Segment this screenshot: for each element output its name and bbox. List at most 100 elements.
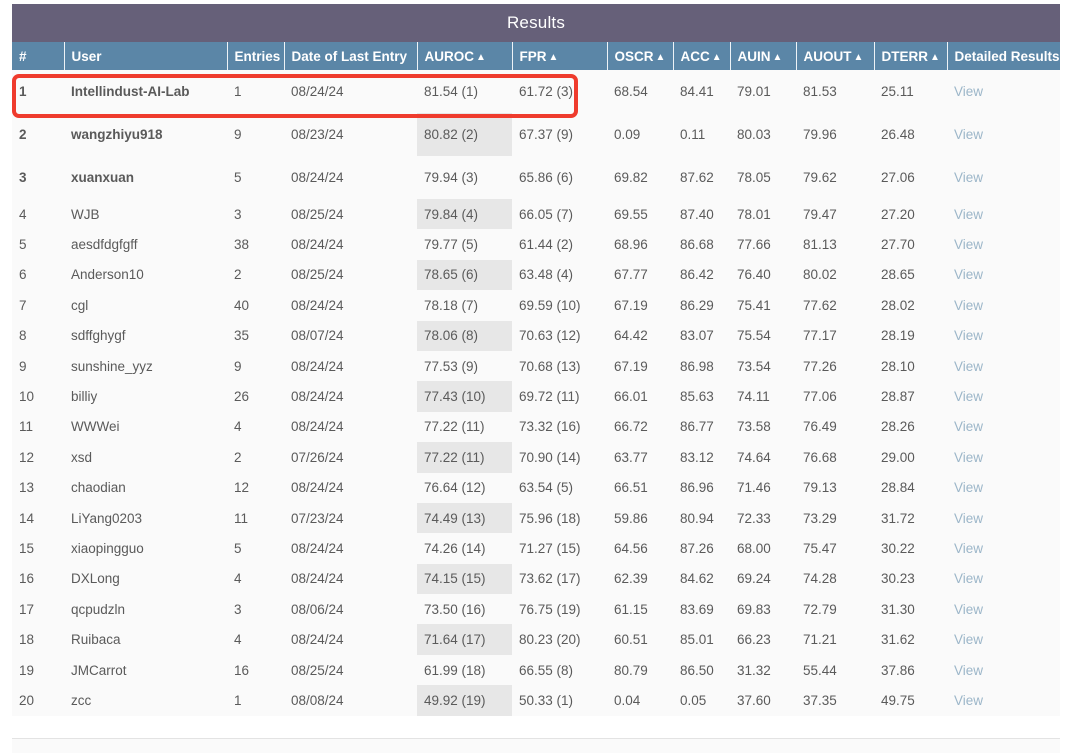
cell-fpr: 69.72 (11) <box>512 381 607 411</box>
column-header-label: OSCR <box>615 49 654 64</box>
column-header-auout[interactable]: AUOUT ▲ <box>796 42 874 70</box>
column-header-acc[interactable]: ACC ▲ <box>673 42 730 70</box>
view-details-link[interactable]: View <box>954 450 983 465</box>
cell-oscr: 0.04 <box>607 685 673 715</box>
cell-auroc: 77.22 (11) <box>417 412 512 442</box>
cell-oscr: 59.86 <box>607 503 673 533</box>
cell-dterr: 30.22 <box>874 533 947 563</box>
cell-rank: 2 <box>12 113 64 156</box>
cell-auroc: 49.92 (19) <box>417 685 512 715</box>
table-row: 18Ruibaca408/24/2471.64 (17)80.23 (20)60… <box>12 624 1060 654</box>
cell-acc: 84.62 <box>673 564 730 594</box>
table-row: 10billiy2608/24/2477.43 (10)69.72 (11)66… <box>12 381 1060 411</box>
column-header-auin[interactable]: AUIN ▲ <box>730 42 796 70</box>
cell-entries: 11 <box>227 503 284 533</box>
cell-auin: 77.66 <box>730 229 796 259</box>
column-header-oscr[interactable]: OSCR ▲ <box>607 42 673 70</box>
cell-rank: 14 <box>12 503 64 533</box>
cell-user: Intellindust-AI-Lab <box>64 70 227 113</box>
cell-detailed-results: View <box>947 229 1060 259</box>
cell-date: 08/24/24 <box>284 351 417 381</box>
table-header: #UserEntriesDate of Last EntryAUROC ▲FPR… <box>12 42 1060 70</box>
view-details-link[interactable]: View <box>954 632 983 647</box>
cell-entries: 5 <box>227 156 284 199</box>
cell-user: Anderson10 <box>64 260 227 290</box>
cell-date: 08/24/24 <box>284 70 417 113</box>
view-details-link[interactable]: View <box>954 389 983 404</box>
cell-user: aesdfdgfgff <box>64 229 227 259</box>
sort-ascending-icon[interactable]: ▲ <box>854 52 864 63</box>
cell-auroc: 74.26 (14) <box>417 533 512 563</box>
cell-auin: 31.32 <box>730 655 796 685</box>
sort-ascending-icon[interactable]: ▲ <box>476 52 486 63</box>
sort-ascending-icon[interactable]: ▲ <box>773 52 783 63</box>
cell-fpr: 66.05 (7) <box>512 199 607 229</box>
cell-auout: 73.29 <box>796 503 874 533</box>
cell-oscr: 66.51 <box>607 473 673 503</box>
cell-auout: 71.21 <box>796 624 874 654</box>
view-details-link[interactable]: View <box>954 571 983 586</box>
view-details-link[interactable]: View <box>954 602 983 617</box>
cell-fpr: 73.32 (16) <box>512 412 607 442</box>
cell-auroc: 79.94 (3) <box>417 156 512 199</box>
column-header-fpr[interactable]: FPR ▲ <box>512 42 607 70</box>
column-header-label: Detailed Results <box>955 49 1060 64</box>
view-details-link[interactable]: View <box>954 267 983 282</box>
cell-user: cgl <box>64 290 227 320</box>
header-row: #UserEntriesDate of Last EntryAUROC ▲FPR… <box>12 42 1060 70</box>
cell-auin: 75.54 <box>730 321 796 351</box>
cell-dterr: 27.06 <box>874 156 947 199</box>
cell-auout: 79.96 <box>796 113 874 156</box>
cell-auroc: 78.65 (6) <box>417 260 512 290</box>
sort-ascending-icon[interactable]: ▲ <box>712 52 722 63</box>
cell-rank: 7 <box>12 290 64 320</box>
cell-acc: 85.63 <box>673 381 730 411</box>
cell-dterr: 29.00 <box>874 442 947 472</box>
view-details-link[interactable]: View <box>954 237 983 252</box>
sort-ascending-icon[interactable]: ▲ <box>930 52 940 63</box>
cell-detailed-results: View <box>947 113 1060 156</box>
cell-detailed-results: View <box>947 351 1060 381</box>
cell-auin: 78.05 <box>730 156 796 199</box>
view-details-link[interactable]: View <box>954 511 983 526</box>
view-details-link[interactable]: View <box>954 298 983 313</box>
sort-ascending-icon[interactable]: ▲ <box>656 52 666 63</box>
view-details-link[interactable]: View <box>954 693 983 708</box>
cell-detailed-results: View <box>947 381 1060 411</box>
cell-entries: 2 <box>227 260 284 290</box>
view-details-link[interactable]: View <box>954 328 983 343</box>
cell-dterr: 31.62 <box>874 624 947 654</box>
view-details-link[interactable]: View <box>954 480 983 495</box>
column-header-dterr[interactable]: DTERR ▲ <box>874 42 947 70</box>
cell-dterr: 27.70 <box>874 229 947 259</box>
cell-auin: 69.24 <box>730 564 796 594</box>
cell-acc: 87.62 <box>673 156 730 199</box>
view-details-link[interactable]: View <box>954 207 983 222</box>
view-details-link[interactable]: View <box>954 84 983 99</box>
cell-fpr: 66.55 (8) <box>512 655 607 685</box>
view-details-link[interactable]: View <box>954 127 983 142</box>
cell-auin: 79.01 <box>730 70 796 113</box>
cell-auroc: 78.18 (7) <box>417 290 512 320</box>
cell-oscr: 66.72 <box>607 412 673 442</box>
cell-fpr: 63.48 (4) <box>512 260 607 290</box>
column-header-auroc[interactable]: AUROC ▲ <box>417 42 512 70</box>
cell-rank: 17 <box>12 594 64 624</box>
cell-detailed-results: View <box>947 260 1060 290</box>
view-details-link[interactable]: View <box>954 663 983 678</box>
cell-date: 08/24/24 <box>284 229 417 259</box>
view-details-link[interactable]: View <box>954 419 983 434</box>
cell-rank: 20 <box>12 685 64 715</box>
cell-entries: 9 <box>227 351 284 381</box>
panel-title: Results <box>12 4 1060 42</box>
cell-auin: 75.41 <box>730 290 796 320</box>
cell-dterr: 28.26 <box>874 412 947 442</box>
view-details-link[interactable]: View <box>954 170 983 185</box>
cell-auout: 77.17 <box>796 321 874 351</box>
cell-entries: 16 <box>227 655 284 685</box>
view-details-link[interactable]: View <box>954 541 983 556</box>
cell-acc: 83.07 <box>673 321 730 351</box>
cell-auroc: 81.54 (1) <box>417 70 512 113</box>
view-details-link[interactable]: View <box>954 359 983 374</box>
sort-ascending-icon[interactable]: ▲ <box>549 52 559 63</box>
